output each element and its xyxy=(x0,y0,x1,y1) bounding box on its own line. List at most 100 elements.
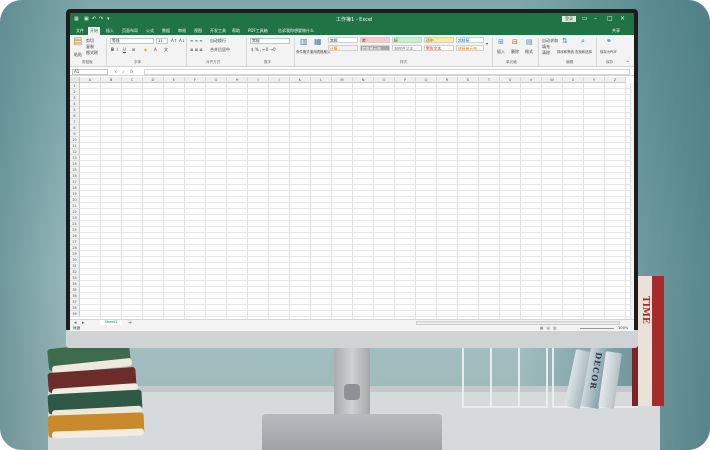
name-box[interactable]: A1 xyxy=(72,69,108,75)
column-header-o[interactable]: O xyxy=(374,77,395,83)
font-color-icon[interactable]: A xyxy=(154,47,157,52)
share-button[interactable]: 共享 xyxy=(612,27,620,35)
font-size-select[interactable]: 11 xyxy=(156,38,168,44)
tab-home[interactable]: 开始 xyxy=(88,27,100,35)
sort-filter-icon[interactable]: ⇅ xyxy=(562,38,568,45)
column-header-t[interactable]: T xyxy=(479,77,500,83)
formula-input[interactable] xyxy=(144,69,630,75)
column-header-v[interactable]: V xyxy=(521,77,542,83)
merge-center-button[interactable]: 合并后居中 xyxy=(210,47,230,53)
column-header-d[interactable]: D xyxy=(143,77,164,83)
number-format-icons[interactable]: $ % , ←0 →0 xyxy=(251,47,276,52)
italic-button[interactable]: I xyxy=(117,47,118,52)
login-button[interactable]: 登录 xyxy=(562,16,576,22)
align-top-icon[interactable]: ≡ ≡ ≡ xyxy=(190,38,203,43)
wrap-text-button[interactable]: 自动换行 xyxy=(210,38,226,44)
clear-button[interactable]: 清除 xyxy=(542,50,550,56)
style-hyperlink[interactable]: 超链接 xyxy=(456,37,484,43)
tab-pdf-tools[interactable]: PDF工具箱 xyxy=(246,27,270,35)
column-header-s[interactable]: S xyxy=(458,77,479,83)
column-header-c[interactable]: C xyxy=(122,77,143,83)
tab-developer[interactable]: 开发工具 xyxy=(208,27,228,35)
column-header-l[interactable]: L xyxy=(311,77,332,83)
insert-cells-icon[interactable]: ⊞ xyxy=(498,39,504,46)
bold-button[interactable]: B xyxy=(111,47,114,52)
column-header-j[interactable]: J xyxy=(269,77,290,83)
conditional-format-icon[interactable]: ▥ xyxy=(300,38,308,46)
style-calculation[interactable]: 计算 xyxy=(328,45,358,51)
close-icon[interactable]: × xyxy=(620,15,625,22)
conditional-format-button[interactable]: 条件格式 xyxy=(296,49,310,54)
zoom-slider[interactable] xyxy=(580,328,614,329)
increase-font-icon[interactable]: A↑ xyxy=(171,38,177,43)
column-header-q[interactable]: Q xyxy=(416,77,437,83)
column-header-u[interactable]: U xyxy=(500,77,521,83)
column-header-z[interactable]: Z xyxy=(605,77,626,83)
insert-cells-button[interactable]: 插入 xyxy=(497,49,505,55)
tell-me-search[interactable]: 告诉我你想要做什么 xyxy=(276,27,316,35)
style-bad[interactable]: 差 xyxy=(360,37,390,43)
delete-cells-icon[interactable]: ⊟ xyxy=(512,39,518,46)
column-header-y[interactable]: Y xyxy=(584,77,605,83)
column-header-g[interactable]: G xyxy=(206,77,227,83)
format-cells-icon[interactable]: ▤ xyxy=(526,39,533,46)
column-header-n[interactable]: N xyxy=(353,77,374,83)
column-header-a[interactable]: A xyxy=(80,77,101,83)
paste-icon[interactable]: ▤ xyxy=(73,37,82,47)
style-explanatory[interactable]: 解释性文本 xyxy=(392,45,422,51)
collapse-ribbon-icon[interactable]: ^ xyxy=(626,60,629,65)
column-header-h[interactable]: H xyxy=(227,77,248,83)
align-left-icon[interactable]: ≣ ≣ ≣ xyxy=(190,47,203,52)
save-pdf-button[interactable]: 保存为PDF xyxy=(600,49,617,54)
format-as-table-icon[interactable]: ▦ xyxy=(314,38,322,46)
tab-view[interactable]: 视图 xyxy=(192,27,204,35)
column-header-p[interactable]: P xyxy=(395,77,416,83)
row-header-39[interactable]: 39 xyxy=(70,311,80,317)
style-good[interactable]: 好 xyxy=(392,37,422,43)
find-select-icon[interactable]: ⌕ xyxy=(581,38,585,45)
find-select-button[interactable]: 查找和选择 xyxy=(575,49,592,54)
style-neutral[interactable]: 适中 xyxy=(424,37,454,43)
underline-button[interactable]: U xyxy=(123,47,126,52)
cancel-entry-icon[interactable]: × xyxy=(114,69,117,75)
tab-page-layout[interactable]: 页面布局 xyxy=(120,27,140,35)
column-header-m[interactable]: M xyxy=(332,77,353,83)
tab-file[interactable]: 文件 xyxy=(74,27,86,35)
redo-icon[interactable]: ↷ xyxy=(99,16,103,22)
column-header-f[interactable]: F xyxy=(185,77,206,83)
number-format-select[interactable]: 常规 xyxy=(250,38,290,44)
tab-data[interactable]: 数据 xyxy=(160,27,172,35)
worksheet-grid[interactable]: A B C D E F G H I J K L M N O P Q R S T U V W X Y Z 1 2 3 4 5 6 7 8 9 10 11 1… xyxy=(70,77,634,319)
tab-formulas[interactable]: 公式 xyxy=(144,27,156,35)
style-linked-cell[interactable]: 链接单元格 xyxy=(456,45,484,51)
column-header-b[interactable]: B xyxy=(101,77,122,83)
borders-icon[interactable]: ⊞ xyxy=(132,47,135,52)
save-icon[interactable]: ▣ xyxy=(84,16,89,22)
styles-more-icon[interactable]: ▾ xyxy=(486,41,488,46)
insert-function-button[interactable]: fx xyxy=(130,69,134,75)
format-painter-button[interactable]: 格式刷 xyxy=(86,50,98,56)
vertical-scrollbar[interactable] xyxy=(630,83,634,319)
style-warning[interactable]: 警告文本 xyxy=(424,45,454,51)
column-header-w[interactable]: W xyxy=(542,77,563,83)
format-cells-button[interactable]: 格式 xyxy=(525,49,533,55)
phonetic-icon[interactable]: 文 xyxy=(164,47,168,53)
tab-help[interactable]: 帮助 xyxy=(230,27,242,35)
style-check-cell[interactable]: 检查单元格 xyxy=(360,45,390,51)
customize-icon[interactable]: ▾ xyxy=(107,16,110,22)
sort-filter-button[interactable]: 排序和筛选 xyxy=(557,49,574,54)
zoom-level[interactable]: 100% xyxy=(618,325,628,331)
maximize-icon[interactable]: □ xyxy=(607,15,613,22)
view-mode-icons[interactable]: ▦ ▤ ▥ xyxy=(540,325,557,331)
ribbon-options-icon[interactable]: ▭ xyxy=(582,15,588,22)
style-normal[interactable]: 常规 xyxy=(328,37,358,43)
tab-insert[interactable]: 插入 xyxy=(104,27,116,35)
tab-review[interactable]: 审阅 xyxy=(176,27,188,35)
paste-button[interactable]: 粘贴 xyxy=(74,52,82,58)
minimize-icon[interactable]: – xyxy=(594,15,597,22)
fill-color-icon[interactable]: ◆ xyxy=(144,47,147,52)
decrease-font-icon[interactable]: A↓ xyxy=(179,38,185,43)
column-header-k[interactable]: K xyxy=(290,77,311,83)
confirm-entry-icon[interactable]: ✓ xyxy=(122,69,125,75)
column-header-x[interactable]: X xyxy=(563,77,584,83)
